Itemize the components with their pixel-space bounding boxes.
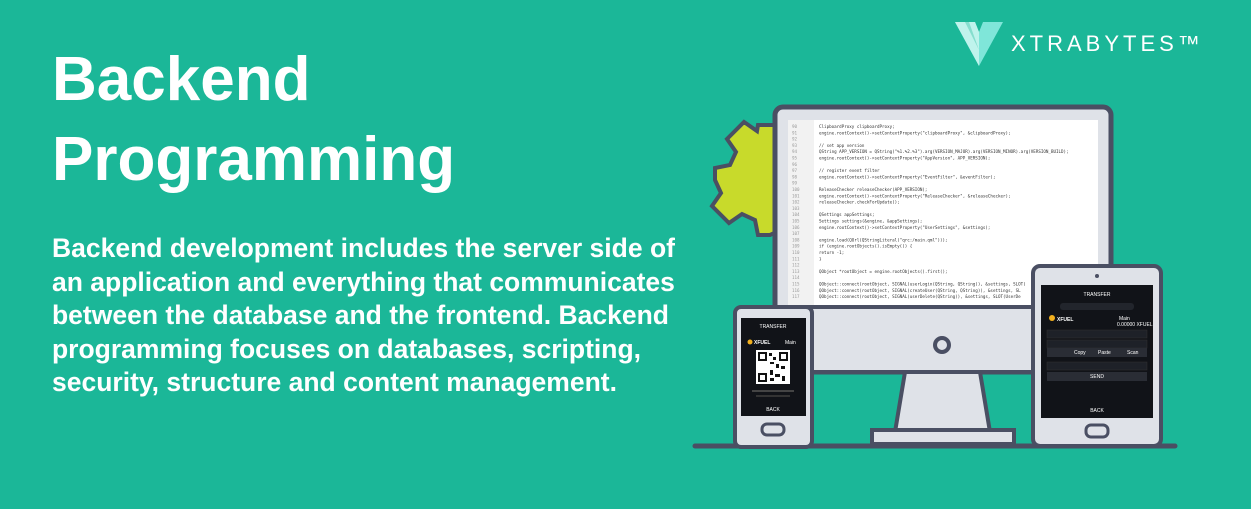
code-line: engine.rootContext()->setContextProperty… (819, 130, 1011, 135)
tablet-balance: 0.00000 XFUEL (1117, 322, 1153, 328)
line-number: 107 (792, 231, 800, 236)
code-line: // register event filter (819, 168, 880, 173)
line-number: 113 (792, 269, 800, 274)
tablet-copy-button[interactable]: Copy (1074, 350, 1086, 356)
code-line: engine.rootContext()->setContextProperty… (819, 225, 990, 230)
tablet-camera (1095, 274, 1099, 278)
line-number: 95 (792, 156, 798, 161)
line-number: 94 (792, 149, 798, 154)
line-number: 111 (792, 256, 800, 261)
line-number: 101 (792, 193, 800, 198)
code-line: // set app version (819, 143, 865, 148)
code-line: ClipboardProxy clipboardProxy; (819, 124, 895, 129)
tablet-scan-button[interactable]: Scan (1127, 350, 1139, 356)
devices-illustration: 90 ClipboardProxy clipboardProxy; 91 engine… (692, 104, 1178, 449)
code-line: releaseChecker.checkForUpdate(); (819, 200, 900, 205)
code-line: ReleaseChecker releaseChecker(APP_VERSIO… (819, 187, 927, 192)
tablet-address-field[interactable] (1046, 329, 1148, 339)
monitor-base (870, 428, 1016, 446)
code-line: engine.load(QUrl(QStringLiteral("qrc:/ma… (819, 237, 948, 242)
line-number: 116 (792, 288, 800, 293)
line-number: 90 (792, 124, 798, 129)
tablet-coin: XFUEL (1057, 317, 1073, 323)
phone-account: Main (785, 340, 796, 346)
phone-back-button[interactable]: BACK (766, 407, 780, 413)
line-number: 91 (792, 130, 798, 135)
code-line: QObject::connect(rootObject, SIGNAL(crea… (819, 288, 1021, 293)
code-line: if (engine.rootObjects().isEmpty()) { (819, 244, 913, 249)
line-number: 105 (792, 219, 800, 224)
line-number: 115 (792, 282, 800, 287)
code-line: QSettings appSettings; (819, 212, 874, 217)
tablet-title: TRANSFER (1084, 292, 1111, 298)
phone: TRANSFER XFUEL Main BACK (733, 305, 814, 449)
tablet-back-button[interactable]: BACK (1090, 408, 1104, 414)
monitor-stand (892, 370, 993, 434)
line-number: 108 (792, 237, 800, 242)
code-line: return -1; (819, 250, 844, 255)
line-number: 102 (792, 200, 800, 205)
line-number: 117 (792, 294, 800, 299)
phone-coin: XFUEL (754, 340, 770, 346)
line-number: 97 (792, 168, 798, 173)
code-line: QObject::connect(rootObject, SIGNAL(user… (819, 282, 1026, 287)
tablet-amount-field[interactable] (1046, 339, 1148, 349)
code-line: engine.rootContext()->setContextProperty… (819, 193, 1011, 198)
code-line: QObject::connect(rootObject, SIGNAL(user… (819, 294, 1021, 299)
line-number: 103 (792, 206, 800, 211)
line-number: 96 (792, 162, 798, 167)
code-line: engine.rootContext()->setContextProperty… (819, 174, 995, 179)
code-line: QObject *rootObject = engine.rootObjects… (819, 269, 948, 274)
line-number: 114 (792, 275, 800, 280)
line-number: 98 (792, 174, 798, 179)
code-line: QString APP_VERSION = QString("%1.%2.%3"… (819, 149, 1069, 154)
tablet-coin-icon (1049, 315, 1055, 321)
tablet-paste-button[interactable]: Paste (1098, 350, 1111, 356)
phone-title: TRANSFER (760, 324, 787, 330)
line-number: 112 (792, 263, 800, 268)
tablet: TRANSFER XFUEL Main 0.00000 XFUEL Copy P… (1031, 264, 1163, 448)
line-number: 99 (792, 181, 798, 186)
line-number: 106 (792, 225, 800, 230)
line-number: 93 (792, 143, 798, 148)
tablet-note-field[interactable] (1046, 361, 1148, 371)
line-number: 92 (792, 137, 798, 142)
line-number: 109 (792, 244, 800, 249)
code-line: engine.rootContext()->setContextProperty… (819, 156, 990, 161)
line-number: 110 (792, 250, 800, 255)
line-number: 100 (792, 187, 800, 192)
code-line: Settings settings(&engine, &appSettings)… (819, 219, 922, 224)
line-number: 104 (792, 212, 800, 217)
tablet-send-label: SEND (1090, 374, 1104, 380)
phone-coin-icon (747, 339, 753, 345)
